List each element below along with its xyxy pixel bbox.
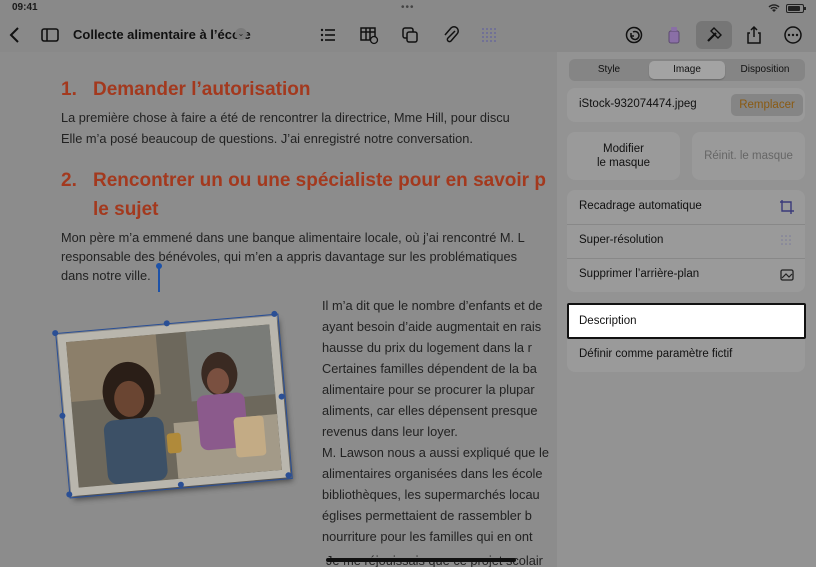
- paragraph-4-line-5: nourriture pour les familles qui en ont: [322, 529, 533, 544]
- replace-button[interactable]: Remplacer: [731, 94, 803, 116]
- description-label: Description: [579, 315, 637, 327]
- remove-background-icon: [780, 269, 794, 281]
- option-remove-background[interactable]: Supprimer l’arrière-plan: [567, 258, 805, 292]
- tab-style[interactable]: Style: [571, 61, 647, 79]
- heading-1: 1. Demander l’autorisation: [61, 79, 311, 101]
- paragraph-3-line-6: aliments, car elles dépensent presque: [322, 403, 538, 418]
- paragraph-3-line-3: hausse du prix du logement dans la r: [322, 340, 532, 355]
- paragraph-1-line-2: Elle m’a posé beaucoup de questions. J’a…: [61, 131, 473, 146]
- more-icon[interactable]: [780, 22, 806, 48]
- format-brush-icon[interactable]: [661, 22, 687, 48]
- option-remove-background-label: Supprimer l’arrière-plan: [579, 268, 700, 280]
- paragraph-1-line-1: La première chose à faire a été de renco…: [61, 110, 510, 125]
- paperclip-icon[interactable]: [438, 22, 464, 48]
- heading-2-line-2: le sujet: [93, 199, 159, 220]
- paragraph-4-line-4: églises permettaient de rassembler b: [322, 508, 532, 523]
- reset-mask-label: Réinit. le masque: [704, 150, 793, 162]
- title-chevron-icon[interactable]: ⌄: [235, 28, 247, 40]
- selected-image[interactable]: [51, 310, 293, 499]
- paragraph-3-line-2: ayant besoin d’aide augmentait en rais: [322, 319, 542, 334]
- back-chevron-icon[interactable]: [2, 22, 28, 48]
- home-indicator[interactable]: [326, 558, 516, 562]
- paragraph-3-line-5: alimentaire pour se procurer la plupar: [322, 382, 535, 397]
- table-insert-icon[interactable]: [356, 22, 382, 48]
- modify-mask-line-1: Modifier: [603, 143, 644, 155]
- crop-icon: [780, 200, 794, 214]
- option-super-resolution-label: Super-résolution: [579, 234, 664, 246]
- image-file-name: iStock-932074474.jpeg: [579, 98, 697, 110]
- paragraph-4-line-1: M. Lawson nous a aussi expliqué que le: [322, 445, 549, 460]
- paragraph-3-line-1: Il m’a dit que le nombre d’enfants et de: [322, 298, 543, 313]
- file-card: iStock-932074474.jpeg Remplacer: [567, 88, 805, 122]
- undo-icon[interactable]: [621, 22, 647, 48]
- grid-dots-icon: [781, 235, 791, 245]
- multitasking-dots[interactable]: •••: [401, 2, 415, 13]
- paragraph-3-line-4: Certaines familles dépendent de la ba: [322, 361, 537, 376]
- modify-mask-button[interactable]: Modifier le masque: [567, 132, 680, 180]
- inspector-tabs: Style Image Disposition: [569, 59, 805, 81]
- tab-image[interactable]: Image: [649, 61, 725, 79]
- option-auto-crop[interactable]: Recadrage automatique: [567, 190, 805, 224]
- paragraph-2-line-1: Mon père m’a emmené dans une banque alim…: [61, 230, 525, 245]
- heading-1-text: Demander l’autorisation: [93, 79, 311, 100]
- option-placeholder[interactable]: Définir comme paramètre fictif: [567, 338, 805, 372]
- share-icon[interactable]: [741, 22, 767, 48]
- document-title[interactable]: Collecte alimentaire à l’école: [73, 27, 251, 42]
- tab-disposition[interactable]: Disposition: [727, 61, 803, 79]
- description-row[interactable]: Description: [567, 303, 806, 339]
- heading-2-line-1: Rencontrer un ou une spécialiste pour en…: [93, 170, 546, 191]
- option-placeholder-label: Définir comme paramètre fictif: [579, 348, 733, 360]
- sidebar-toggle-icon[interactable]: [37, 22, 63, 48]
- option-auto-crop-label: Recadrage automatique: [579, 200, 702, 212]
- list-icon[interactable]: [315, 22, 341, 48]
- status-time: 09:41: [12, 2, 38, 13]
- format-inspector-icon[interactable]: [696, 21, 732, 49]
- paragraph-2-line-2: responsable des bénévoles, qui m’en a ap…: [61, 249, 517, 264]
- selection-outline: [55, 313, 293, 499]
- heading-1-number: 1.: [61, 79, 77, 100]
- paragraph-4-line-2: alimentaires organisées dans les école: [322, 466, 543, 481]
- paragraph-4-line-3: bibliothèques, les supermarchés locau: [322, 487, 540, 502]
- dot-grid-icon[interactable]: [476, 22, 502, 48]
- shapes-icon[interactable]: [397, 22, 423, 48]
- wifi-icon: [768, 4, 780, 12]
- reset-mask-button[interactable]: Réinit. le masque: [692, 132, 805, 180]
- option-super-resolution[interactable]: Super-résolution: [567, 224, 805, 258]
- heading-2: 2. Rencontrer un ou une spécialiste pour …: [61, 170, 546, 192]
- text-cursor: [156, 263, 162, 292]
- paragraph-3-line-7: revenus dans leur loyer.: [322, 424, 458, 439]
- heading-2-number: 2.: [61, 170, 77, 191]
- paragraph-2-line-3: dans notre ville.: [61, 268, 151, 283]
- status-bar: 09:41 •••: [0, 0, 816, 18]
- modify-mask-line-2: le masque: [596, 157, 651, 169]
- battery-icon: [786, 4, 806, 13]
- image-options-card: Recadrage automatique Super-résolution S…: [567, 190, 805, 292]
- toolbar: Collecte alimentaire à l’école ⌄: [0, 18, 816, 52]
